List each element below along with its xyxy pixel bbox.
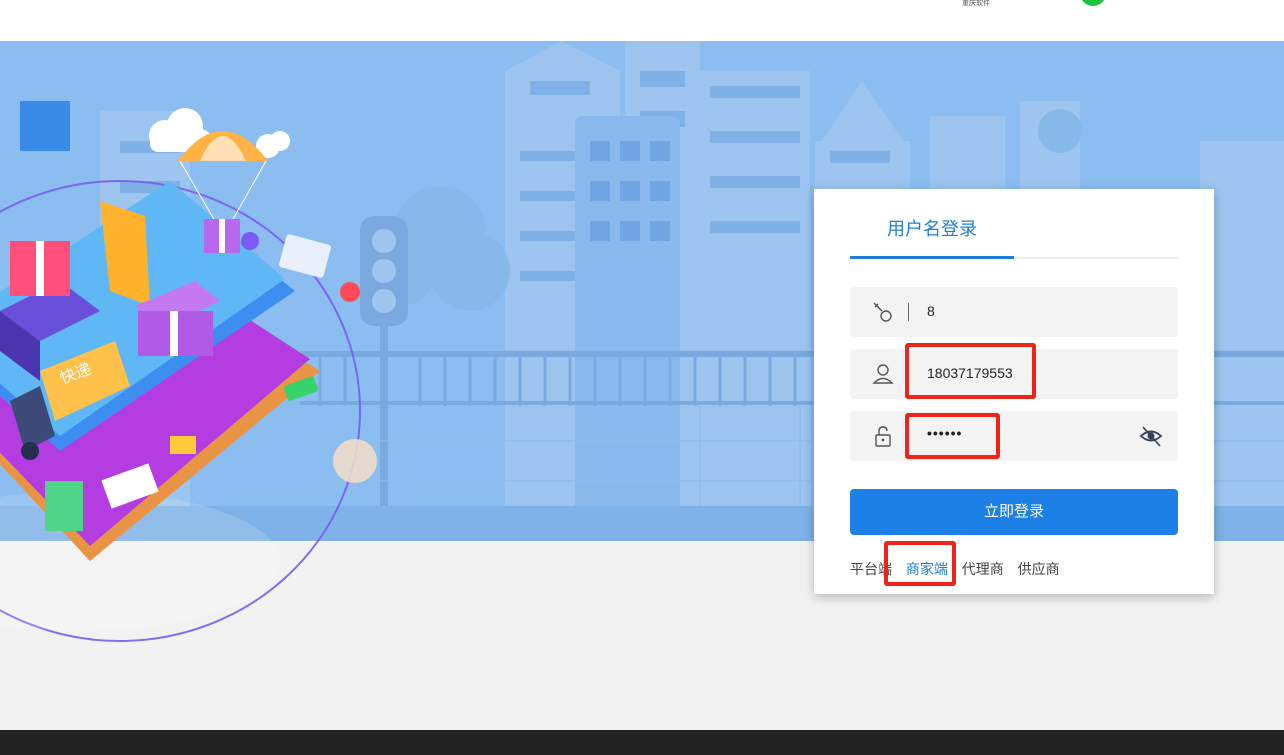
footer-bar bbox=[0, 730, 1284, 755]
unlock-icon bbox=[875, 426, 891, 447]
password-field[interactable]: •••••• bbox=[850, 411, 1178, 461]
login-button[interactable]: 立即登录 bbox=[850, 489, 1178, 535]
top-header: 重庆软件 bbox=[0, 0, 1284, 41]
code-field[interactable]: 8 bbox=[850, 287, 1178, 337]
key-icon bbox=[873, 302, 892, 322]
code-value[interactable]: 8 bbox=[927, 303, 935, 319]
field-separator bbox=[908, 303, 909, 321]
highlight-merchant-role bbox=[884, 541, 956, 586]
role-supplier[interactable]: 供应商 bbox=[1018, 561, 1060, 577]
role-agent[interactable]: 代理商 bbox=[962, 561, 1004, 577]
highlight-username bbox=[905, 343, 1036, 399]
ecommerce-illustration: 快递 bbox=[0, 101, 377, 642]
brand-subtext: 重庆软件 bbox=[962, 0, 990, 7]
hide-password-icon[interactable] bbox=[1138, 423, 1164, 449]
status-indicator-icon bbox=[1080, 0, 1106, 6]
user-icon bbox=[872, 364, 894, 384]
tab-username-login[interactable]: 用户名登录 bbox=[850, 207, 1014, 259]
role-switcher: 平台端 商家端 代理商 供应商 bbox=[850, 559, 1070, 579]
highlight-password bbox=[905, 413, 1000, 459]
login-tabs: 用户名登录 bbox=[850, 207, 1178, 259]
